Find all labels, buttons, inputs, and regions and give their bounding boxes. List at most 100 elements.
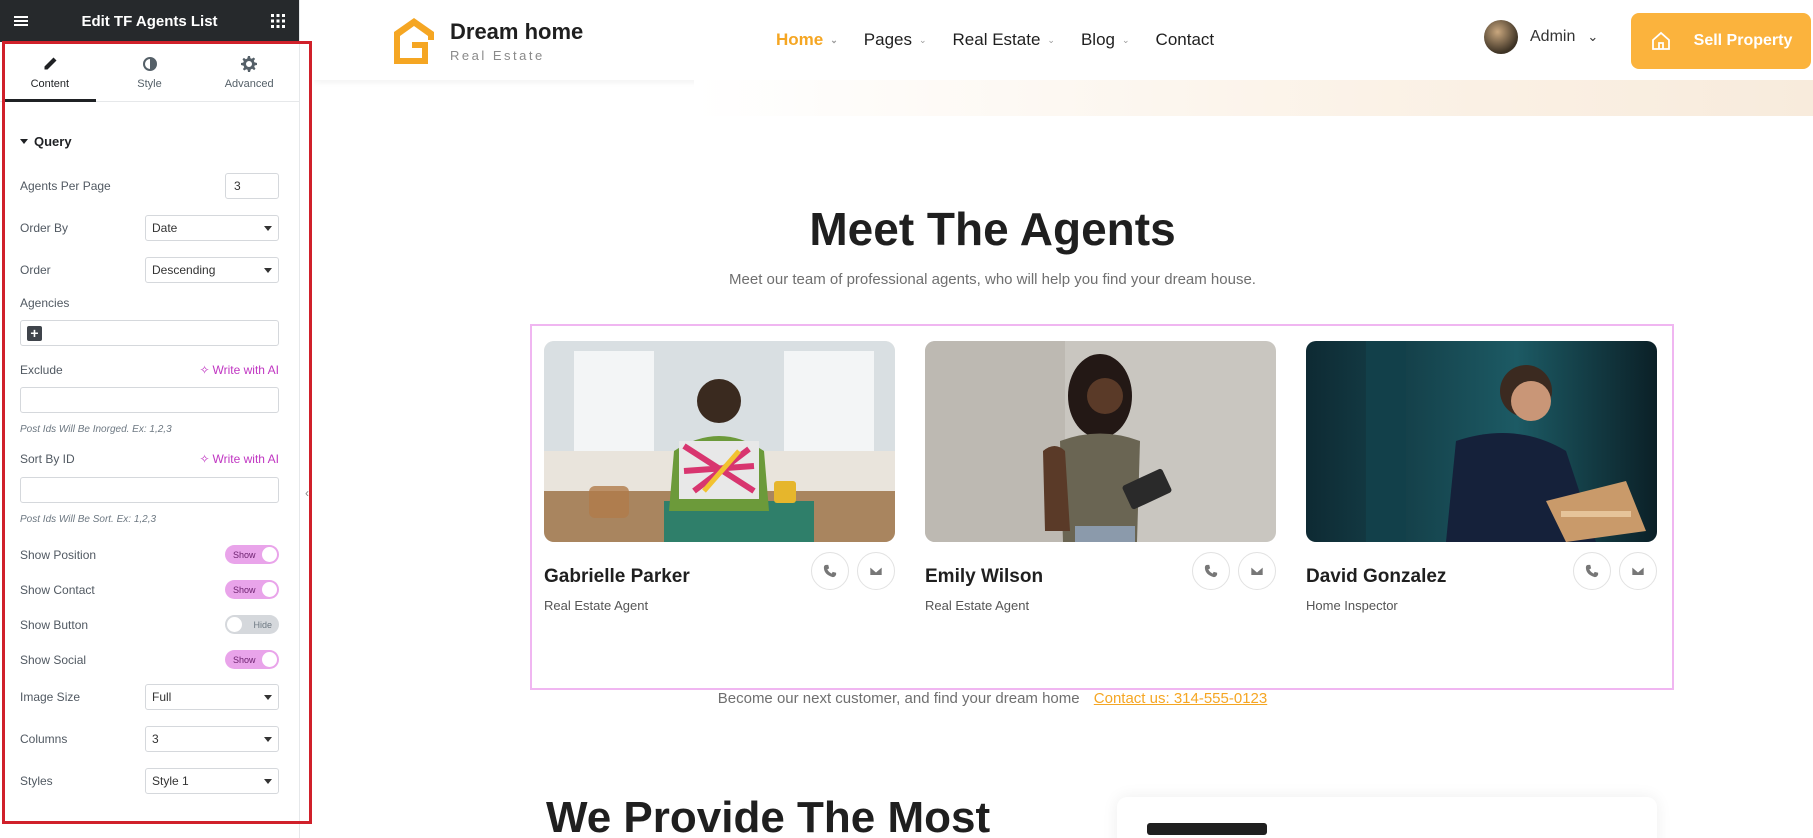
order-by-select[interactable]: Date: [145, 215, 279, 241]
nav-real-estate[interactable]: Real Estate ⌄: [953, 30, 1055, 50]
tab-content-label: Content: [30, 77, 70, 90]
dropdown-arrow-icon: [264, 736, 272, 742]
tab-content[interactable]: Content: [0, 44, 100, 102]
widgets-grid-icon[interactable]: [269, 12, 287, 30]
dropdown-arrow-icon: [264, 267, 272, 273]
nav-pages[interactable]: Pages ⌄: [864, 30, 927, 50]
styles-select[interactable]: Style 1: [145, 768, 279, 794]
site-preview: Dream home Real Estate Home ⌄ Pages ⌄ Real…: [314, 0, 1813, 838]
contrast-icon: [142, 56, 157, 71]
dropdown-arrow-icon: [264, 225, 272, 231]
toggle-state: Hide: [253, 619, 272, 630]
toggle-knob: [227, 617, 242, 632]
collapse-panel-icon[interactable]: ‹: [300, 478, 314, 508]
toggle-state: Show: [233, 584, 256, 595]
next-section-title: We Provide The Most: [546, 793, 991, 838]
main-nav: Home ⌄ Pages ⌄ Real Estate ⌄ Blog ⌄ Contact: [776, 30, 1214, 50]
agencies-input[interactable]: +: [20, 320, 279, 346]
agents-per-page-label: Agents Per Page: [20, 179, 111, 193]
sell-property-button[interactable]: Sell Property: [1631, 13, 1811, 69]
chevron-down-icon: ⌄: [1122, 34, 1130, 45]
brand-name: Dream home: [450, 19, 584, 44]
section-subtitle: Meet our team of professional agents, wh…: [729, 271, 1256, 288]
email-icon[interactable]: [1619, 552, 1657, 590]
exclude-input[interactable]: [20, 387, 279, 413]
user-menu[interactable]: Admin ⌄: [1484, 20, 1598, 54]
email-icon[interactable]: [857, 552, 895, 590]
site-header: Dream home Real Estate Home ⌄ Pages ⌄ Real…: [314, 0, 1813, 80]
exclude-help: Post Ids Will Be Inorged. Ex: 1,2,3: [20, 424, 172, 435]
sort-by-id-control: Sort By ID ✧ Write with AI: [20, 452, 279, 466]
phone-icon[interactable]: [1192, 552, 1230, 590]
panel-header: Edit TF Agents List: [0, 0, 299, 42]
panel-tabs: Content Style Advanced: [0, 44, 299, 102]
pencil-icon: [44, 57, 57, 69]
agent-role: Real Estate Agent: [925, 598, 1030, 613]
toggle-knob: [262, 652, 277, 667]
chevron-down-icon: ⌄: [830, 34, 838, 45]
agent-name[interactable]: Emily Wilson: [925, 566, 1043, 588]
nav-pages-label: Pages: [863, 30, 912, 49]
agents-per-page-input[interactable]: 3: [225, 173, 279, 199]
image-size-select[interactable]: Full: [145, 684, 279, 710]
show-button-label: Show Button: [20, 617, 89, 632]
agents-list: Gabrielle Parker Real Estate Agent Emily…: [544, 341, 1662, 613]
write-with-ai-link[interactable]: ✧ Write with AI: [199, 452, 279, 466]
styles-label: Styles: [20, 774, 53, 788]
section-query-label: Query: [34, 134, 72, 149]
image-size-control: Image Size Full: [20, 684, 279, 710]
site-logo[interactable]: Dream home Real Estate: [392, 16, 583, 66]
phone-icon[interactable]: [1573, 552, 1611, 590]
exclude-label: Exclude: [20, 363, 63, 377]
sparkle-icon: ✧: [199, 363, 210, 377]
tab-style[interactable]: Style: [100, 44, 200, 101]
agent-photo: [925, 341, 1276, 542]
agent-card[interactable]: Gabrielle Parker Real Estate Agent: [544, 341, 895, 613]
contact-link[interactable]: Contact us: 314-555-0123: [1094, 690, 1267, 707]
agent-role: Home Inspector: [1306, 598, 1398, 613]
section-query[interactable]: Query: [0, 134, 299, 149]
write-with-ai-link[interactable]: ✧ Write with AI: [199, 363, 279, 377]
show-position-control: Show Position Show: [20, 545, 279, 564]
show-position-toggle[interactable]: Show: [225, 545, 279, 564]
nav-contact[interactable]: Contact: [1156, 30, 1215, 50]
section-title: Meet The Agents: [809, 203, 1176, 255]
styles-value: Style 1: [152, 774, 189, 788]
agencies-label: Agencies: [20, 296, 70, 310]
show-social-control: Show Social Show: [20, 650, 279, 669]
editor-panel: Edit TF Agents List Content Style Advanc…: [0, 0, 300, 838]
tab-advanced[interactable]: Advanced: [199, 44, 299, 101]
order-select[interactable]: Descending: [145, 257, 279, 283]
show-position-label: Show Position: [20, 547, 97, 562]
sort-help: Post Ids Will Be Sort. Ex: 1,2,3: [20, 514, 157, 525]
columns-select[interactable]: 3: [145, 726, 279, 752]
columns-control: Columns 3: [20, 726, 279, 752]
add-icon[interactable]: +: [27, 326, 42, 341]
cta-line: Become our next customer, and find your …: [314, 690, 1813, 707]
columns-value: 3: [152, 732, 159, 746]
phone-icon[interactable]: [811, 552, 849, 590]
chevron-down-icon: ⌄: [918, 34, 927, 45]
show-contact-label: Show Contact: [20, 582, 95, 597]
menu-icon[interactable]: [12, 12, 30, 30]
order-by-label: Order By: [20, 221, 69, 235]
sort-by-id-input[interactable]: [20, 477, 279, 503]
card-heading-fragment: [1147, 823, 1267, 835]
agent-name[interactable]: David Gonzalez: [1306, 566, 1446, 588]
cta-text: Become our next customer, and find your …: [717, 690, 1080, 707]
show-button-toggle[interactable]: Hide: [225, 615, 279, 634]
nav-contact-label: Contact: [1155, 30, 1215, 49]
show-contact-toggle[interactable]: Show: [225, 580, 279, 599]
nav-home[interactable]: Home ⌄: [776, 30, 838, 50]
agent-card[interactable]: Emily Wilson Real Estate Agent: [925, 341, 1276, 613]
brand-tagline: Real Estate: [450, 48, 545, 63]
caret-down-icon: [20, 139, 28, 144]
toggle-knob: [262, 582, 277, 597]
show-social-toggle[interactable]: Show: [225, 650, 279, 669]
agent-card[interactable]: David Gonzalez Home Inspector: [1306, 341, 1657, 613]
agent-name[interactable]: Gabrielle Parker: [544, 566, 690, 588]
email-icon[interactable]: [1238, 552, 1276, 590]
tab-style-label: Style: [137, 77, 162, 90]
order-by-control: Order By Date: [20, 215, 279, 241]
nav-blog[interactable]: Blog ⌄: [1081, 30, 1130, 50]
